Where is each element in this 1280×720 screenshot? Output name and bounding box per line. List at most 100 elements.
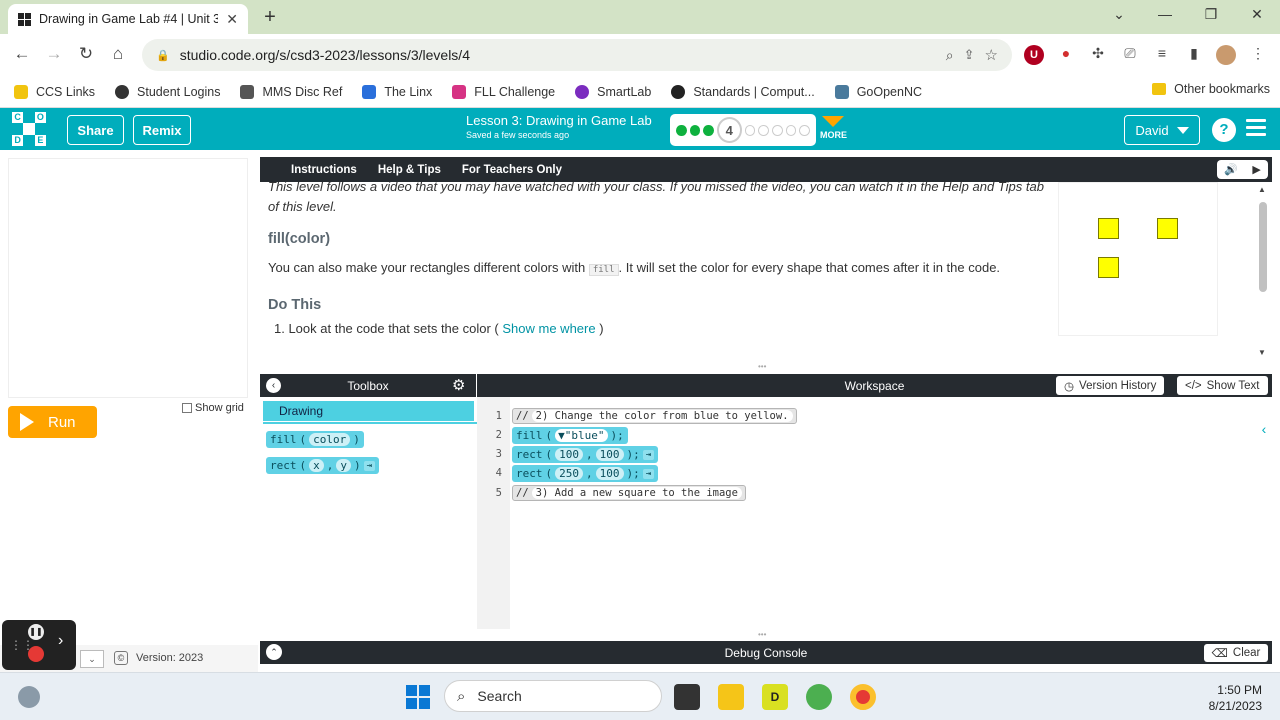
expand-debug-icon[interactable]: ⌃ — [266, 644, 282, 660]
tab-close-icon[interactable]: ✕ — [226, 11, 238, 28]
show-grid-toggle[interactable]: Show grid — [182, 402, 244, 414]
share-page-icon[interactable]: ⇪ — [964, 47, 975, 63]
cast-icon[interactable]: ⎚ — [1120, 45, 1140, 65]
expand-args-icon[interactable]: ⇥ — [363, 460, 376, 471]
collapse-toolbox-icon[interactable]: ‹ — [266, 378, 281, 393]
version-history-button[interactable]: ◷ Version History — [1056, 376, 1165, 395]
hamburger-menu-icon[interactable] — [1246, 119, 1266, 140]
level-dot-complete[interactable] — [689, 124, 701, 136]
fill-code-block[interactable]: fill(▼"blue"); — [512, 427, 628, 444]
scrollbar-thumb[interactable] — [1259, 202, 1267, 292]
rect-block[interactable]: rect(x, y) ⇥ — [266, 457, 380, 474]
taskbar-search[interactable]: ⌕ Search — [444, 680, 662, 712]
bookmark-item[interactable]: CCS Links — [14, 84, 95, 99]
windows-start-icon[interactable] — [406, 685, 430, 709]
level-dot[interactable] — [758, 124, 770, 136]
expand-args-icon[interactable]: ⇥ — [642, 449, 655, 460]
category-drawing[interactable]: Drawing — [263, 401, 474, 421]
profile-avatar[interactable] — [1216, 45, 1236, 65]
level-dot[interactable] — [799, 124, 811, 136]
other-bookmarks[interactable]: Other bookmarks — [1152, 82, 1270, 96]
speaker-icon[interactable]: 🔊 — [1224, 163, 1238, 176]
color-dropdown[interactable]: ▼"blue" — [555, 429, 608, 442]
file-explorer-icon[interactable] — [718, 684, 744, 710]
bookmark-star-icon[interactable]: ☆ — [985, 46, 998, 64]
gear-icon[interactable]: ⚙ — [452, 376, 465, 394]
show-me-where-link[interactable]: Show me where — [502, 321, 595, 336]
weather-widget-icon[interactable] — [18, 686, 40, 708]
level-dot[interactable] — [785, 124, 797, 136]
bookmark-item[interactable]: Standards | Comput... — [671, 84, 815, 99]
system-clock[interactable]: 1:50 PM 8/21/2023 — [1200, 682, 1262, 714]
chrome-icon[interactable] — [850, 684, 876, 710]
comment-block[interactable]: //3) Add a new square to the image — [512, 485, 746, 501]
rect-code-block[interactable]: rect(100, 100); ⇥ — [512, 446, 659, 463]
expand-chevron-icon[interactable]: › — [58, 632, 63, 650]
remix-button[interactable]: Remix — [133, 115, 191, 145]
language-select[interactable]: ⌄ — [80, 650, 104, 668]
expand-side-panel-icon[interactable]: ‹ — [1256, 418, 1272, 440]
show-text-button[interactable]: </> Show Text — [1177, 376, 1268, 395]
browser-tab[interactable]: Drawing in Game Lab #4 | Unit 3 ✕ — [8, 4, 248, 34]
show-grid-checkbox[interactable] — [182, 403, 192, 413]
record-extension-icon[interactable]: ● — [1056, 45, 1076, 65]
panel-resize-handle[interactable]: ••• — [260, 630, 1272, 640]
close-window-button[interactable]: ✕ — [1242, 6, 1272, 23]
debug-console-header[interactable]: Debug Console — [260, 641, 1272, 664]
scroll-up-icon[interactable]: ▲ — [1258, 185, 1266, 194]
play-icon[interactable]: ▶ — [1252, 163, 1260, 176]
level-dot-complete[interactable] — [676, 124, 687, 136]
ublock-extension-icon[interactable]: U — [1024, 45, 1044, 65]
expand-args-icon[interactable]: ⇥ — [642, 468, 655, 479]
instructions-scrollbar[interactable]: ▲ ▼ — [1256, 182, 1270, 362]
back-arrow-icon[interactable]: ← — [10, 44, 34, 64]
scroll-down-icon[interactable]: ▼ — [1258, 348, 1266, 357]
bookmark-item[interactable]: MMS Disc Ref — [240, 84, 342, 99]
fill-block[interactable]: fill(color) — [266, 431, 364, 448]
clear-console-button[interactable]: ⌫ Clear — [1204, 644, 1268, 662]
minimize-button[interactable]: — — [1150, 6, 1180, 22]
stop-record-icon[interactable] — [28, 646, 44, 662]
tab-help-tips[interactable]: Help & Tips — [378, 164, 441, 176]
more-levels-button[interactable]: MORE — [820, 116, 847, 140]
home-icon[interactable]: ⌂ — [106, 44, 130, 64]
address-bar[interactable]: 🔒 studio.code.org/s/csd3-2023/lessons/3/… — [142, 39, 1012, 71]
game-stage[interactable] — [8, 158, 248, 398]
pause-icon[interactable]: ❚❚ — [28, 624, 44, 640]
reload-icon[interactable]: ↻ — [74, 44, 98, 64]
forward-arrow-icon[interactable]: → — [42, 44, 66, 64]
bookmark-item[interactable]: GoOpenNC — [834, 84, 922, 99]
maximize-button[interactable]: ❐ — [1196, 6, 1226, 23]
bookmark-item[interactable]: Student Logins — [115, 84, 220, 99]
reading-list-icon[interactable]: ≡ — [1152, 45, 1172, 65]
level-dot[interactable] — [744, 124, 756, 136]
code-org-logo[interactable]: C O D E — [12, 112, 46, 146]
comment-block[interactable]: //2) Change the color from blue to yello… — [512, 408, 797, 424]
extensions-puzzle-icon[interactable]: ✣ — [1088, 45, 1108, 65]
level-dot-complete[interactable] — [703, 124, 714, 136]
user-menu-button[interactable]: David — [1124, 115, 1200, 145]
chrome-profile-icon[interactable] — [806, 684, 832, 710]
tab-search-chevron-icon[interactable]: ⌄ — [1104, 6, 1134, 23]
tab-instructions[interactable]: Instructions — [291, 164, 357, 176]
bookmark-item[interactable]: SmartLab — [575, 84, 651, 99]
bookmark-item[interactable]: The Linx — [362, 84, 432, 99]
rect-code-block[interactable]: rect(250, 100); ⇥ — [512, 465, 659, 482]
screen-recorder-widget[interactable]: ⋮⋮ ❚❚ › — [2, 620, 76, 670]
url-text[interactable]: studio.code.org/s/csd3-2023/lessons/3/le… — [180, 47, 936, 63]
tab-teachers[interactable]: For Teachers Only — [462, 164, 562, 176]
run-button[interactable]: Run — [8, 406, 97, 438]
current-level-bubble[interactable]: 4 — [716, 117, 742, 143]
panel-resize-handle[interactable]: ••• — [260, 362, 1272, 372]
lesson-title[interactable]: Lesson 3: Drawing in Game Lab — [466, 113, 652, 128]
new-tab-button[interactable]: + — [258, 6, 282, 29]
share-button[interactable]: Share — [67, 115, 124, 145]
level-dot[interactable] — [772, 124, 783, 136]
bookmark-item[interactable]: FLL Challenge — [452, 84, 555, 99]
help-button[interactable]: ? — [1212, 118, 1236, 142]
copyright-icon[interactable]: © — [114, 651, 128, 665]
chrome-menu-icon[interactable]: ⋮ — [1248, 45, 1268, 65]
side-panel-icon[interactable]: ▮ — [1184, 45, 1204, 65]
app-d-icon[interactable]: D — [762, 684, 788, 710]
zoom-icon[interactable]: ⌕ — [946, 47, 954, 64]
